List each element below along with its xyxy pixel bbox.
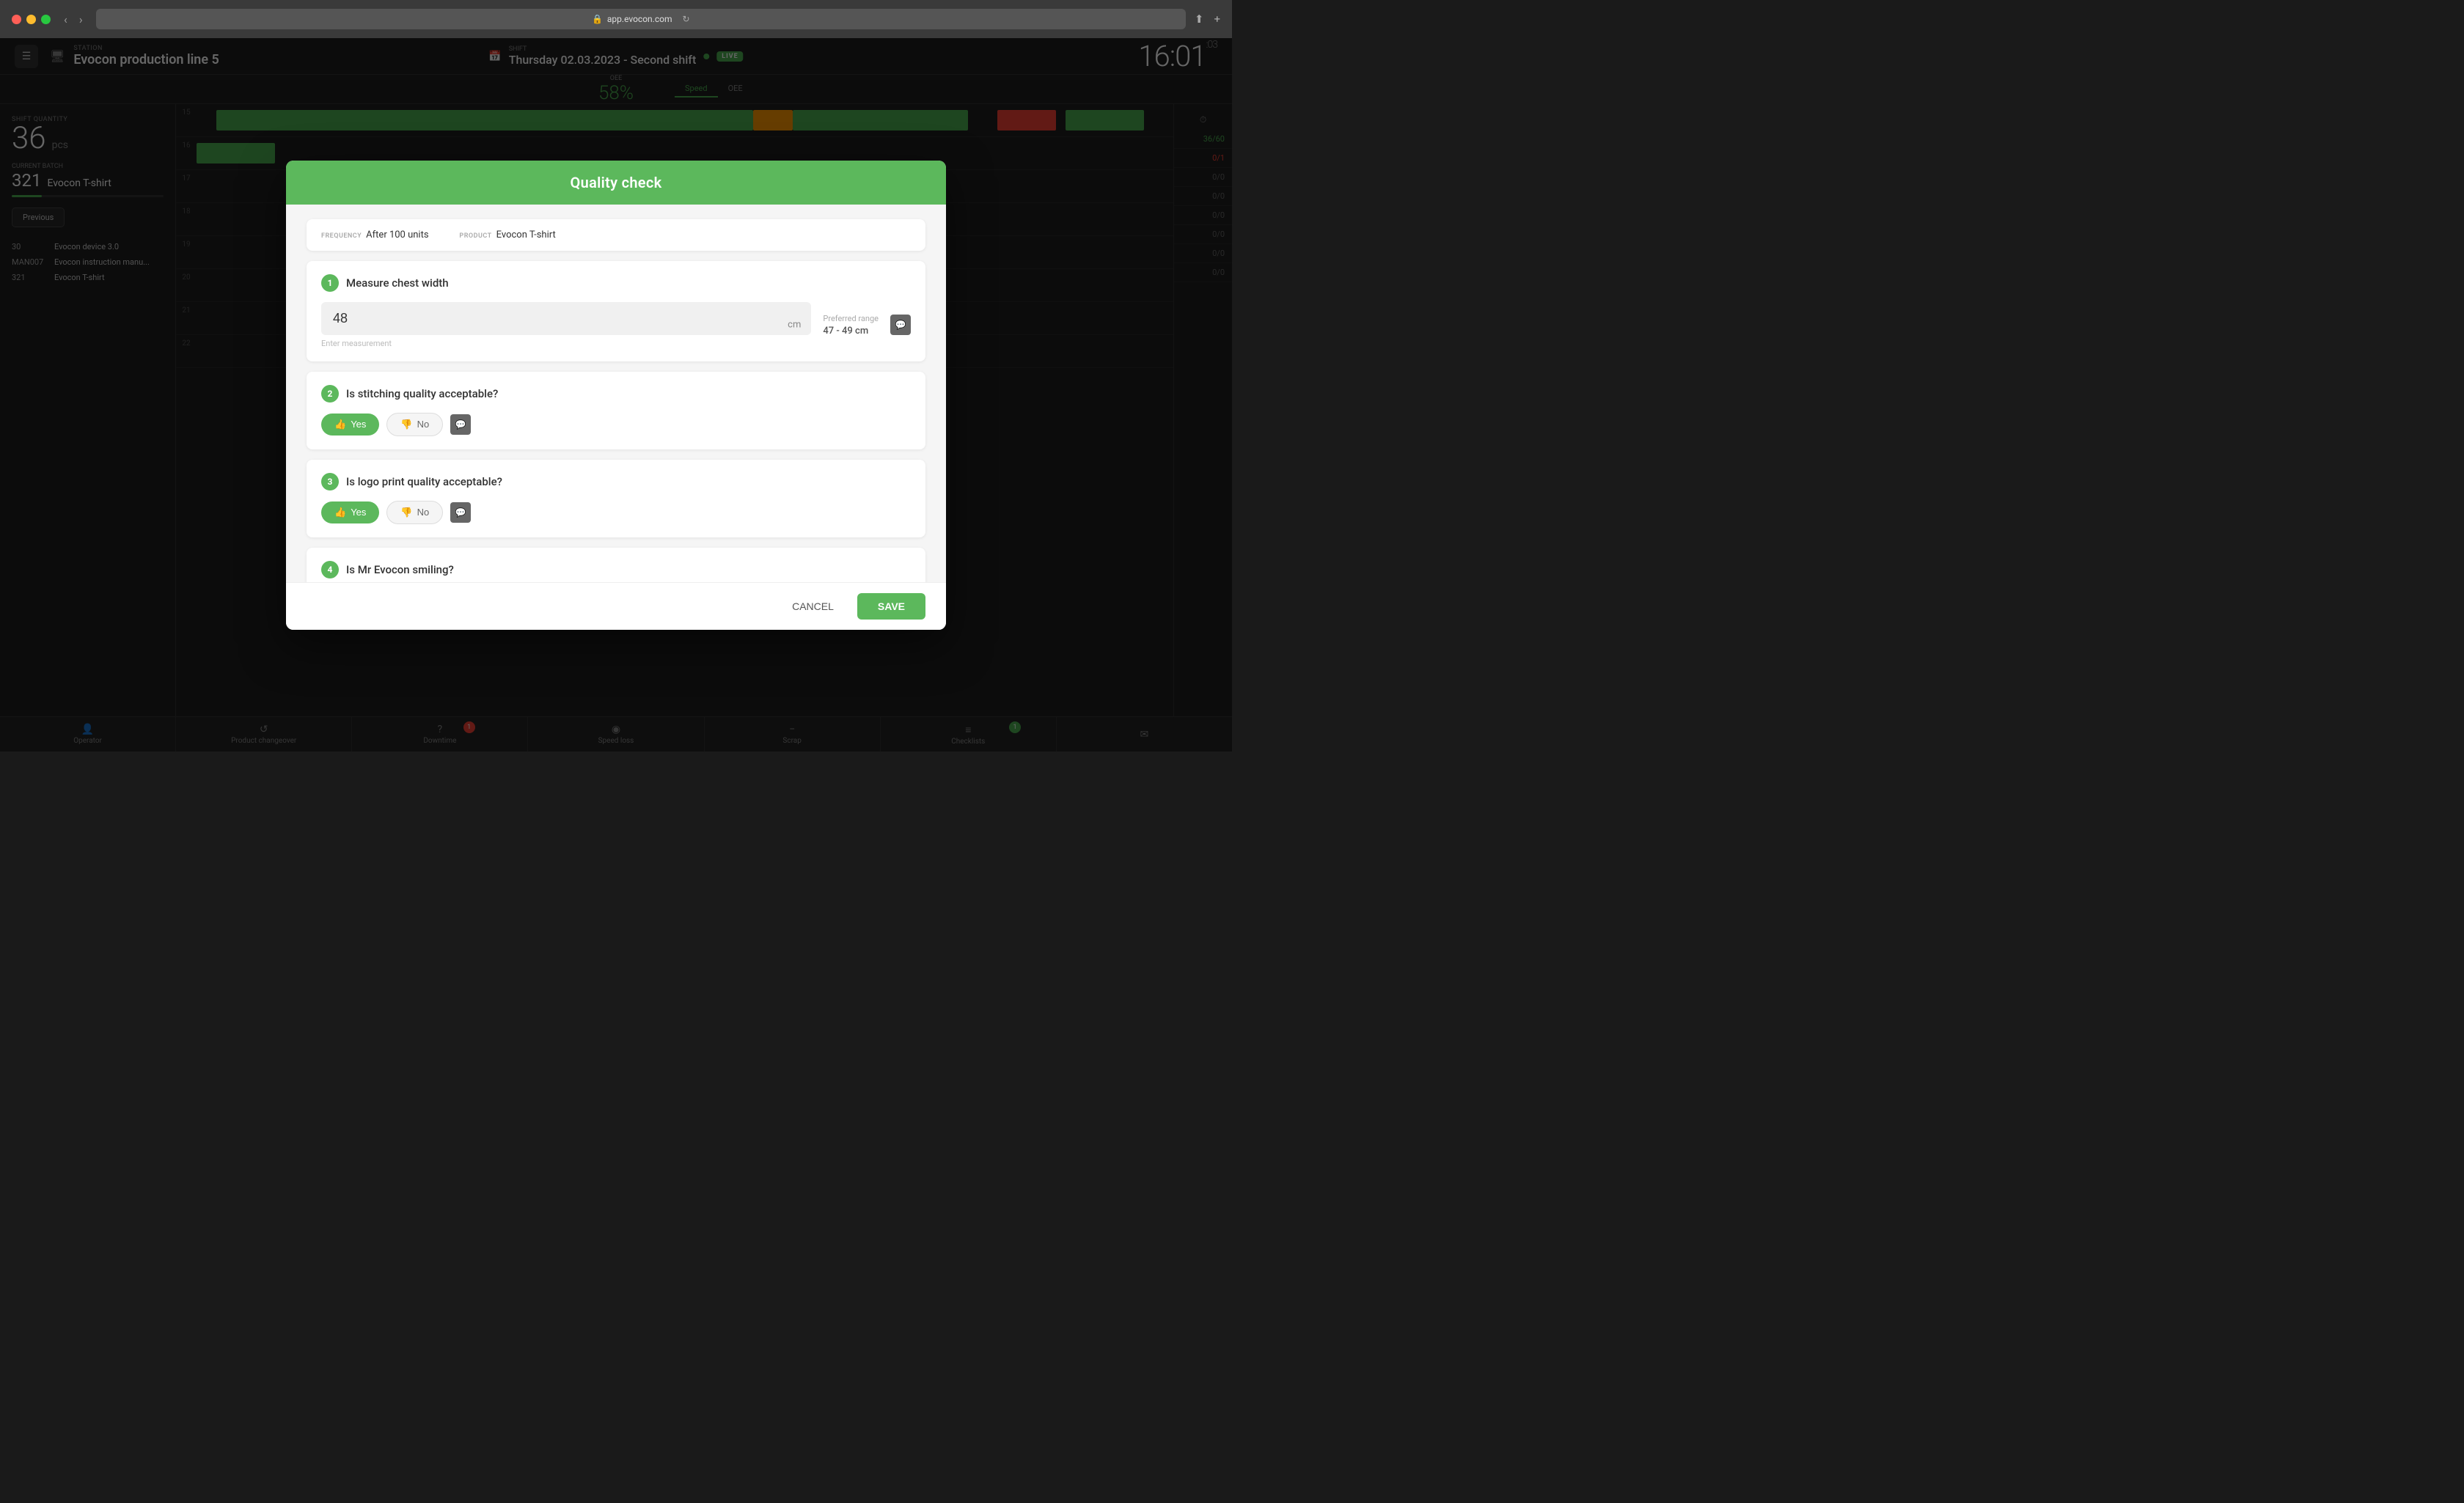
frequency-label: FREQUENCY bbox=[321, 232, 362, 240]
yes-label: Yes bbox=[351, 507, 366, 518]
measurement-input[interactable] bbox=[321, 302, 811, 335]
thumbs-down-icon: 👎 bbox=[400, 419, 412, 430]
close-button[interactable] bbox=[12, 15, 21, 24]
measurement-row: cm Enter measurement Preferred range 47 … bbox=[321, 302, 911, 348]
app-container: ☰ 🖥 STATION Evocon production line 5 📅 S… bbox=[0, 38, 1232, 752]
minimize-button[interactable] bbox=[26, 15, 36, 24]
measurement-input-wrap: cm Enter measurement bbox=[321, 302, 811, 348]
lock-icon: 🔒 bbox=[592, 14, 603, 24]
question-number-4: 4 bbox=[321, 561, 339, 578]
quality-check-modal: Quality check FREQUENCY After 100 units … bbox=[286, 161, 946, 630]
frequency-value: After 100 units bbox=[366, 229, 428, 240]
browser-nav: ‹ › bbox=[59, 11, 87, 28]
question-card-2: 2 Is stitching quality acceptable? 👍 Yes… bbox=[307, 372, 925, 449]
question-card-4: 4 Is Mr Evocon smiling? 👍 Yes 👎 No 💬 bbox=[307, 548, 925, 582]
answer-row-3: 👍 Yes 👎 No 💬 bbox=[321, 501, 911, 524]
maximize-button[interactable] bbox=[41, 15, 51, 24]
modal-body: FREQUENCY After 100 units PRODUCT Evocon… bbox=[286, 205, 946, 582]
modal-title: Quality check bbox=[571, 174, 662, 191]
question-number-1: 1 bbox=[321, 274, 339, 292]
comment-button-1[interactable]: 💬 bbox=[890, 315, 911, 335]
measurement-hint: Enter measurement bbox=[321, 339, 811, 348]
question-number-2: 2 bbox=[321, 385, 339, 403]
product-label: PRODUCT bbox=[459, 232, 491, 240]
thumbs-down-icon: 👎 bbox=[400, 507, 412, 518]
traffic-lights bbox=[12, 15, 51, 24]
no-button-2[interactable]: 👎 No bbox=[386, 413, 443, 436]
address-bar[interactable]: 🔒 app.evocon.com ↻ bbox=[96, 9, 1186, 29]
save-button[interactable]: SAVE bbox=[857, 593, 925, 620]
question-text-3: Is logo print quality acceptable? bbox=[346, 475, 502, 488]
thumbs-up-icon: 👍 bbox=[334, 507, 346, 518]
browser-chrome: ‹ › 🔒 app.evocon.com ↻ ⬆ + bbox=[0, 0, 1232, 38]
no-button-3[interactable]: 👎 No bbox=[386, 501, 443, 524]
question-text-1: Measure chest width bbox=[346, 276, 449, 290]
yes-label: Yes bbox=[351, 419, 366, 430]
question-number-3: 3 bbox=[321, 473, 339, 490]
url-text: app.evocon.com bbox=[607, 14, 672, 24]
question-card-3: 3 Is logo print quality acceptable? 👍 Ye… bbox=[307, 460, 925, 537]
modal-overlay: Quality check FREQUENCY After 100 units … bbox=[0, 38, 1232, 752]
preferred-value: 47 - 49 cm bbox=[823, 326, 879, 337]
question-card-1: 1 Measure chest width cm Enter measureme… bbox=[307, 261, 925, 361]
no-label: No bbox=[417, 419, 430, 430]
preferred-label: Preferred range bbox=[823, 314, 879, 323]
no-label: No bbox=[417, 507, 430, 518]
refresh-icon[interactable]: ↻ bbox=[683, 14, 690, 24]
share-icon[interactable]: ⬆ bbox=[1195, 12, 1204, 26]
thumbs-up-icon: 👍 bbox=[334, 419, 346, 430]
yes-button-3[interactable]: 👍 Yes bbox=[321, 501, 379, 523]
modal-footer: CANCEL SAVE bbox=[286, 582, 946, 630]
back-button[interactable]: ‹ bbox=[59, 11, 72, 28]
answer-row-2: 👍 Yes 👎 No 💬 bbox=[321, 413, 911, 436]
modal-header: Quality check bbox=[286, 161, 946, 205]
measurement-unit: cm bbox=[788, 320, 801, 331]
question-text-2: Is stitching quality acceptable? bbox=[346, 387, 498, 400]
yes-button-2[interactable]: 👍 Yes bbox=[321, 414, 379, 436]
product-value: Evocon T-shirt bbox=[496, 229, 556, 240]
preferred-range: Preferred range 47 - 49 cm bbox=[823, 314, 879, 337]
question-header-2: 2 Is stitching quality acceptable? bbox=[321, 385, 911, 403]
cancel-button[interactable]: CANCEL bbox=[777, 593, 848, 620]
comment-button-3[interactable]: 💬 bbox=[450, 502, 471, 523]
frequency-row: FREQUENCY After 100 units PRODUCT Evocon… bbox=[307, 219, 925, 251]
question-text-4: Is Mr Evocon smiling? bbox=[346, 563, 454, 576]
question-header-3: 3 Is logo print quality acceptable? bbox=[321, 473, 911, 490]
browser-actions: ⬆ + bbox=[1195, 12, 1220, 26]
question-header-1: 1 Measure chest width bbox=[321, 274, 911, 292]
forward-button[interactable]: › bbox=[75, 11, 87, 28]
question-header-4: 4 Is Mr Evocon smiling? bbox=[321, 561, 911, 578]
comment-button-2[interactable]: 💬 bbox=[450, 414, 471, 435]
add-tab-icon[interactable]: + bbox=[1214, 12, 1220, 26]
